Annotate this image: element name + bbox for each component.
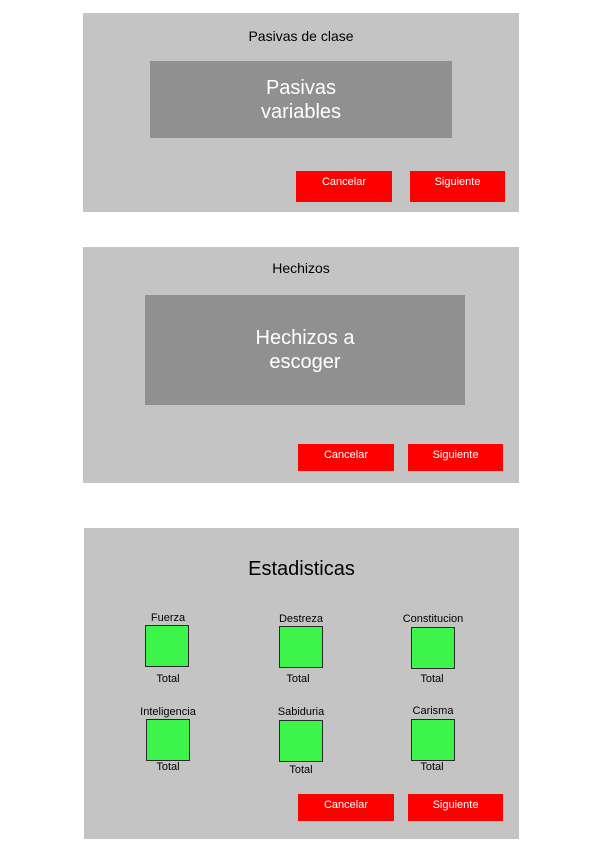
stat-total-carisma: Total [420, 761, 444, 773]
spells-panel-title: Hechizos [272, 260, 330, 276]
passives-panel: Pasivas de clase Pasivas variables Cance… [83, 13, 519, 212]
stats-cancel-button[interactable]: Cancelar [298, 794, 394, 821]
stat-total-constitucion: Total [420, 673, 444, 685]
stat-label-inteligencia: Inteligencia [140, 706, 196, 718]
spells-panel: Hechizos Hechizos a escoger Cancelar Sig… [83, 247, 519, 483]
stat-label-constitucion: Constitucion [402, 613, 464, 625]
stats-panel: Estadisticas Fuerza Total Destreza Total… [84, 528, 519, 839]
stat-input-sabiduria[interactable] [279, 720, 323, 762]
stat-label-sabiduria: Sabiduria [277, 706, 325, 718]
stat-total-fuerza: Total [156, 673, 180, 685]
stats-next-button[interactable]: Siguiente [408, 794, 503, 821]
spells-placeholder: Hechizos a escoger [145, 295, 465, 405]
stat-input-constitucion[interactable] [411, 627, 455, 669]
stat-total-inteligencia: Total [156, 761, 180, 773]
stat-label-destreza: Destreza [278, 613, 324, 625]
stat-input-inteligencia[interactable] [146, 719, 190, 761]
passives-placeholder: Pasivas variables [150, 61, 452, 138]
spells-cancel-button[interactable]: Cancelar [298, 444, 394, 471]
stat-label-carisma: Carisma [412, 705, 454, 717]
passives-next-button[interactable]: Siguiente [410, 171, 505, 202]
spells-next-button[interactable]: Siguiente [408, 444, 503, 471]
stat-total-sabiduria: Total [289, 764, 313, 776]
stat-label-fuerza: Fuerza [150, 612, 186, 624]
passives-cancel-button[interactable]: Cancelar [296, 171, 392, 202]
stat-total-destreza: Total [286, 673, 310, 685]
passives-placeholder-text: Pasivas variables [260, 76, 342, 123]
stats-panel-title: Estadisticas [248, 558, 355, 580]
spells-placeholder-text: Hechizos a escoger [255, 327, 355, 373]
passives-panel-title: Pasivas de clase [248, 28, 354, 44]
stat-input-destreza[interactable] [279, 626, 323, 668]
stat-input-carisma[interactable] [411, 719, 455, 761]
stat-input-fuerza[interactable] [145, 625, 189, 667]
